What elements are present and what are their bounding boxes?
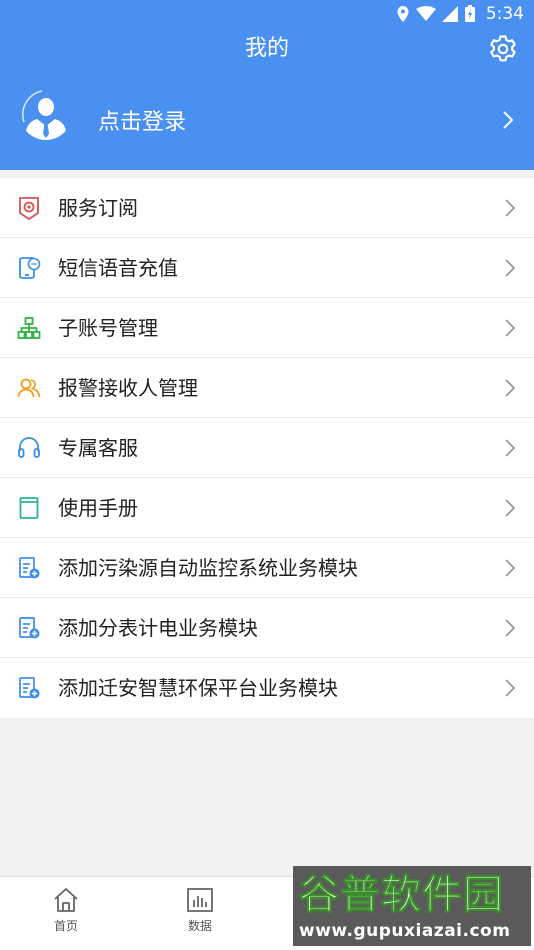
menu-list: 服务订阅 短信语音充值 子账号管理 报警接收人管理 专属客服 使用手册 添加污染… <box>0 178 534 718</box>
menu-item-label: 添加分表计电业务模块 <box>58 616 258 640</box>
home-icon <box>54 888 78 912</box>
battery-icon <box>464 5 475 22</box>
login-row[interactable]: 点击登录 <box>0 88 534 160</box>
menu-item-label: 添加迁安智慧环保平台业务模块 <box>58 676 338 700</box>
doc-add-icon <box>19 617 40 639</box>
headset-icon <box>18 437 40 458</box>
signal-icon <box>441 6 458 22</box>
status-icons: 5:34 <box>396 4 524 24</box>
chevron-right-icon <box>505 259 516 277</box>
menu-item-label: 添加污染源自动监控系统业务模块 <box>58 556 358 580</box>
bar-chart-icon <box>187 888 213 912</box>
chevron-right-icon <box>503 111 514 129</box>
watermark-url: www.gupuxiazai.com <box>299 921 511 941</box>
profile-header: 5:34 我的 点击登录 <box>0 0 534 170</box>
chevron-right-icon <box>505 679 516 697</box>
people-icon <box>17 378 41 398</box>
subscription-badge-icon <box>19 197 39 220</box>
menu-item-customer-service[interactable]: 专属客服 <box>0 418 534 478</box>
settings-gear-icon[interactable] <box>488 34 518 64</box>
chevron-right-icon <box>505 499 516 517</box>
screen: 5:34 我的 点击登录 服务订阅 短信语音充值 子账号管理 报警接收人管理 专… <box>0 0 534 950</box>
chevron-right-icon <box>505 559 516 577</box>
menu-item-user-manual[interactable]: 使用手册 <box>0 478 534 538</box>
nav-label-data: 数据 <box>187 919 212 933</box>
menu-item-alarm-receivers[interactable]: 报警接收人管理 <box>0 358 534 418</box>
login-label: 点击登录 <box>98 110 187 135</box>
watermark-title: 谷普软件园 <box>299 872 504 919</box>
book-icon <box>19 497 39 519</box>
nav-label-home: 首页 <box>53 919 78 933</box>
chevron-right-icon <box>505 199 516 217</box>
watermark: 谷普软件园 www.gupuxiazai.com <box>293 866 531 946</box>
menu-item-label: 专属客服 <box>58 436 138 460</box>
wifi-icon <box>415 6 436 21</box>
org-tree-icon <box>17 317 41 339</box>
doc-add-icon <box>19 557 40 579</box>
nav-tab-data[interactable]: 数据 <box>165 887 235 934</box>
location-icon <box>397 6 409 22</box>
chevron-right-icon <box>505 619 516 637</box>
menu-item-sub-account[interactable]: 子账号管理 <box>0 298 534 358</box>
menu-item-add-pollution-module[interactable]: 添加污染源自动监控系统业务模块 <box>0 538 534 598</box>
avatar-icon <box>20 88 72 140</box>
menu-item-sms-voice-recharge[interactable]: 短信语音充值 <box>0 238 534 298</box>
chevron-right-icon <box>505 379 516 397</box>
menu-item-service-subscription[interactable]: 服务订阅 <box>0 178 534 238</box>
chevron-right-icon <box>505 439 516 457</box>
doc-add-icon <box>19 677 40 699</box>
menu-item-add-qianan-module[interactable]: 添加迁安智慧环保平台业务模块 <box>0 658 534 718</box>
menu-item-label: 使用手册 <box>58 496 138 520</box>
status-time: 5:34 <box>485 4 524 24</box>
menu-item-label: 短信语音充值 <box>58 256 178 280</box>
menu-item-add-metering-module[interactable]: 添加分表计电业务模块 <box>0 598 534 658</box>
status-bar: 5:34 <box>0 0 534 28</box>
sms-phone-icon <box>19 257 41 279</box>
menu-item-label: 服务订阅 <box>58 196 138 220</box>
page-title: 我的 <box>244 36 289 61</box>
chevron-right-icon <box>505 319 516 337</box>
menu-item-label: 报警接收人管理 <box>58 376 198 400</box>
nav-tab-home[interactable]: 首页 <box>31 887 101 934</box>
menu-item-label: 子账号管理 <box>58 316 158 340</box>
